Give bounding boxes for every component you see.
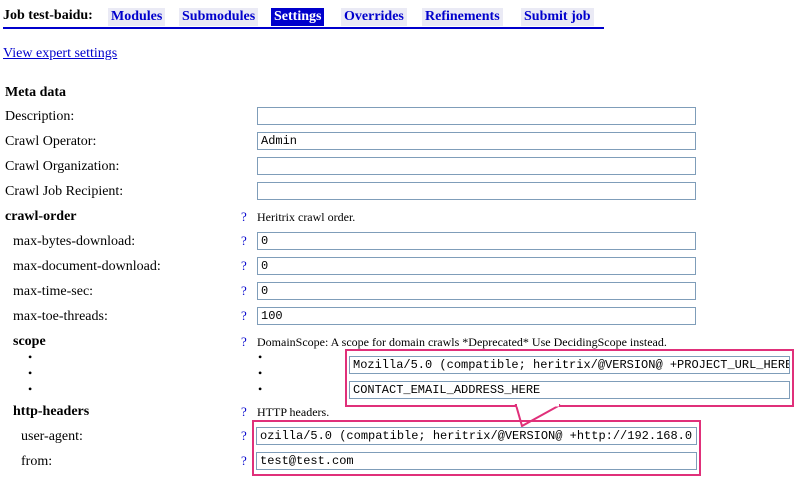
scope-help-icon[interactable]: ? xyxy=(241,334,247,350)
max-bytes-download-label: max-bytes-download: xyxy=(13,234,136,249)
max-time-sec-help-icon[interactable]: ? xyxy=(241,283,247,299)
crawl-job-recipient-label: Crawl Job Recipient: xyxy=(5,184,124,199)
tab-overrides[interactable]: Overrides xyxy=(341,8,407,26)
crawl-order-help-icon[interactable]: ? xyxy=(241,209,247,225)
scope-bullet: • xyxy=(28,350,33,364)
callout-user-agent-field: Mozilla/5.0 (compatible; heritrix/@VERSI… xyxy=(349,356,790,374)
crawl-organization-label: Crawl Organization: xyxy=(5,159,120,174)
crawl-organization-input[interactable] xyxy=(257,157,696,175)
tab-bar: Job test-baidu: Modules Submodules Setti… xyxy=(3,5,604,29)
max-document-download-help-icon[interactable]: ? xyxy=(241,258,247,274)
http-headers-heading: http-headers xyxy=(13,404,90,419)
max-time-sec-input[interactable] xyxy=(257,282,696,300)
description-label: Description: xyxy=(5,109,75,124)
scope-bullet: • xyxy=(28,382,33,396)
tab-modules[interactable]: Modules xyxy=(108,8,166,26)
tab-submit-job[interactable]: Submit job xyxy=(521,8,594,26)
tab-settings[interactable]: Settings xyxy=(271,8,325,26)
from-help-icon[interactable]: ? xyxy=(241,453,247,469)
max-time-sec-label: max-time-sec: xyxy=(13,284,94,299)
max-document-download-input[interactable] xyxy=(257,257,696,275)
scope-bullet: • xyxy=(258,366,263,380)
scope-heading: scope xyxy=(13,334,46,349)
max-toe-threads-input[interactable] xyxy=(257,307,696,325)
scope-description: DomainScope: A scope for domain crawls *… xyxy=(257,335,667,349)
max-toe-threads-label: max-toe-threads: xyxy=(13,309,108,324)
meta-data-heading: Meta data xyxy=(5,85,67,100)
crawl-operator-label: Crawl Operator: xyxy=(5,134,97,149)
callout-from-field: CONTACT_EMAIL_ADDRESS_HERE xyxy=(349,381,790,399)
http-headers-help-icon[interactable]: ? xyxy=(241,404,247,420)
max-bytes-download-help-icon[interactable]: ? xyxy=(241,233,247,249)
crawl-operator-input[interactable] xyxy=(257,132,696,150)
crawl-job-recipient-input[interactable] xyxy=(257,182,696,200)
user-agent-label: user-agent: xyxy=(21,429,83,444)
scope-bullet: • xyxy=(258,350,263,364)
max-toe-threads-help-icon[interactable]: ? xyxy=(241,308,247,324)
scope-bullet: • xyxy=(28,366,33,380)
tab-submodules[interactable]: Submodules xyxy=(179,8,259,26)
view-expert-settings-link[interactable]: View expert settings xyxy=(3,46,117,62)
description-input[interactable] xyxy=(257,107,696,125)
from-label: from: xyxy=(21,454,53,469)
max-document-download-label: max-document-download: xyxy=(13,259,161,274)
http-headers-description: HTTP headers. xyxy=(257,405,330,419)
user-agent-help-icon[interactable]: ? xyxy=(241,428,247,444)
tab-refinements[interactable]: Refinements xyxy=(422,8,503,26)
job-title: Job test-baidu: xyxy=(3,8,93,23)
scope-bullet: • xyxy=(258,382,263,396)
max-bytes-download-input[interactable] xyxy=(257,232,696,250)
user-agent-input[interactable] xyxy=(256,427,697,445)
crawl-order-heading: crawl-order xyxy=(5,209,77,224)
crawl-order-description: Heritrix crawl order. xyxy=(257,210,356,224)
from-input[interactable] xyxy=(256,452,697,470)
